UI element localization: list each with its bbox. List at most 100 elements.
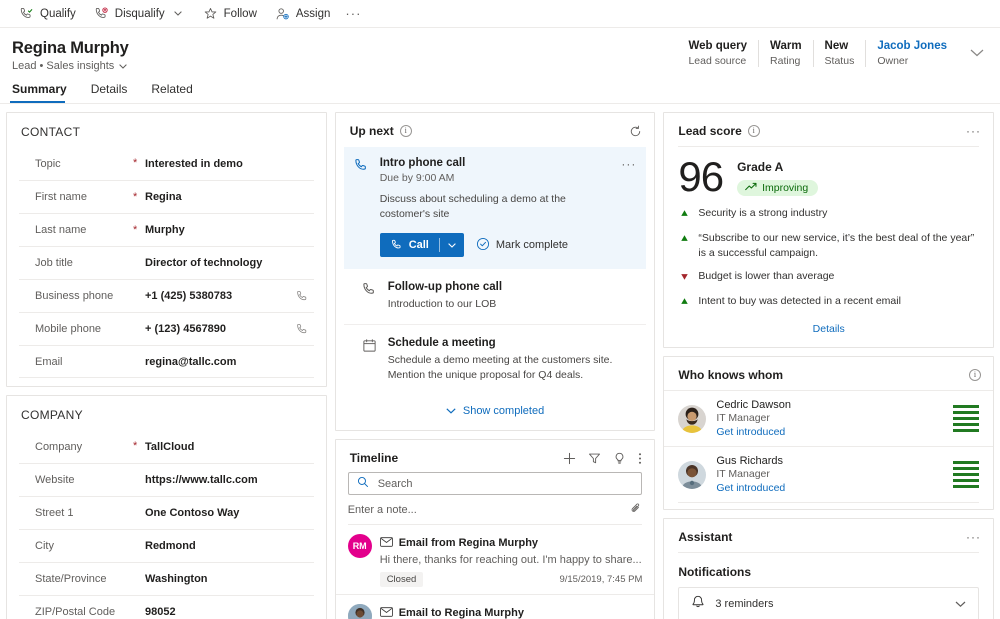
field-label: Job title [35,257,73,269]
field-value: 98052 [145,606,176,618]
field-row-job-title[interactable]: Job title Director of technology [19,246,314,279]
bell-icon [691,595,705,613]
assign-button[interactable]: Assign [266,4,340,24]
timeline-title: Timeline [349,451,399,465]
reminders-item[interactable]: 3 reminders [678,587,980,619]
call-button-dropdown[interactable] [440,242,464,248]
list-item[interactable]: Cedric Dawson IT Manager Get introduced [664,390,994,446]
mark-complete-label: Mark complete [495,239,569,251]
up-next-item-title: Follow-up phone call [387,281,503,293]
field-label: State/Province [35,573,107,585]
timeline-card: Timeline Search Enter a note... RM Email… [334,439,656,619]
filter-icon[interactable] [588,452,601,465]
field-row-city[interactable]: City Redmond [19,529,314,562]
tab-details[interactable]: Details [89,78,138,103]
search-input[interactable] [375,476,634,491]
timeline-search[interactable] [347,472,643,495]
lightbulb-icon[interactable] [613,452,626,465]
paperclip-icon[interactable] [630,502,642,518]
arrow-up-icon [680,294,689,311]
assign-person-icon [275,7,290,21]
list-item[interactable]: Gus Richards IT Manager Get introduced [664,446,994,502]
assistant-menu-button[interactable]: ··· [960,530,981,544]
up-next-item-menu-button[interactable]: ··· [615,157,636,222]
field-row-email[interactable]: Email regina@tallc.com [19,345,314,378]
phone-call-icon[interactable] [292,323,314,336]
status-badge: Improving [737,180,819,196]
assign-label: Assign [295,7,331,20]
up-next-item-title: Intro phone call [379,157,466,169]
field-row-street1[interactable]: Street 1 One Contoso Way [19,496,314,529]
info-icon[interactable]: i [969,369,982,381]
field-row-topic[interactable]: Topic * Interested in demo [19,147,314,180]
reminders-label: 3 reminders [715,598,774,610]
lead-score-details-link[interactable]: Details [664,315,993,347]
header-field-value: New [824,40,849,52]
field-value: + (123) 4567890 [145,323,227,335]
field-row-first-name[interactable]: First name * Regina [19,180,314,213]
up-next-item-meeting[interactable]: Schedule a meeting Schedule a demo meeti… [343,324,647,395]
header-field-value[interactable]: Jacob Jones [877,40,947,52]
relationship-strength-indicator [953,461,980,488]
mark-complete-button[interactable]: Mark complete [476,237,568,254]
plus-icon[interactable] [563,452,576,465]
show-completed-button[interactable]: Show completed [336,395,655,430]
header-field-label: Rating [770,55,801,67]
show-completed-label: Show completed [462,405,545,417]
info-icon[interactable]: i [747,125,760,137]
header-field-value: Warm [770,40,802,52]
phone-call-icon[interactable] [292,290,314,303]
up-next-active-item[interactable]: Intro phone call Due by 9:00 AM Discuss … [343,147,647,269]
field-row-business-phone[interactable]: Business phone +1 (425) 5380783 [19,279,314,312]
disqualify-button[interactable]: Disqualify [85,4,194,24]
field-row-state-province[interactable]: State/Province Washington [19,562,314,595]
header-expand-button[interactable] [958,40,984,62]
record-subtitle[interactable]: Lead • Sales insights [12,60,129,72]
chevron-down-icon[interactable] [119,61,128,71]
timeline-item[interactable]: RM Email from Regina Murphy Hi there, th… [335,525,655,595]
timeline-item-title: Email to Regina Murphy [398,607,524,619]
header-field-lead-source[interactable]: Web query Lead source [677,40,758,67]
chevron-down-icon[interactable] [171,11,185,16]
header-field-status[interactable]: New Status [812,40,866,67]
chevron-down-icon[interactable] [955,595,966,613]
tab-summary[interactable]: Summary [10,78,77,103]
tab-related[interactable]: Related [149,78,202,103]
field-label: Mobile phone [35,323,102,335]
person-role: IT Manager [716,468,770,480]
field-row-website[interactable]: Website https://www.tallc.com [19,463,314,496]
field-row-mobile-phone[interactable]: Mobile phone + (123) 4567890 [19,312,314,345]
refresh-icon[interactable] [629,125,642,138]
more-vertical-icon[interactable] [638,452,642,465]
timeline-item[interactable]: Email to Regina Murphy Hi there, thanks … [336,595,655,619]
get-introduced-link[interactable]: Get introduced [716,426,943,438]
up-next-item-followup[interactable]: Follow-up phone call Introduction to our… [344,269,647,324]
follow-button[interactable]: Follow [194,4,266,24]
field-row-zip-postal-code[interactable]: ZIP/Postal Code 98052 [19,595,314,619]
lead-score-reason: Security is a strong industry [664,202,993,227]
field-row-company[interactable]: Company * TallCloud [19,430,314,463]
get-introduced-link[interactable]: Get introduced [716,482,943,494]
field-row-last-name[interactable]: Last name * Murphy [19,213,314,246]
assistant-section-title: Notifications [678,565,752,579]
follow-label: Follow [223,7,257,20]
chevron-down-icon [446,405,456,417]
header-field-owner[interactable]: Jacob Jones Owner [865,40,958,67]
record-identity: Regina Murphy Lead • Sales insights [10,38,129,72]
timeline-note-input[interactable]: Enter a note... [347,495,643,525]
command-overflow-button[interactable]: ··· [339,6,367,21]
header-field-rating[interactable]: Warm Rating [758,40,813,67]
qualify-label: Qualify [40,7,76,20]
avatar: RM [347,534,372,558]
field-label: Website [35,474,75,486]
avatar [347,604,372,619]
info-icon[interactable]: i [399,125,412,137]
arrow-up-icon [680,206,689,223]
lead-score-menu-button[interactable]: ··· [960,124,981,138]
qualify-button[interactable]: Qualify [10,4,85,24]
field-value: regina@tallc.com [145,355,237,368]
lead-score-reason: Intent to buy was detected in a recent e… [664,290,993,315]
lead-score-reason-text: Budget is lower than average [698,270,835,282]
up-next-title: Up next [349,124,394,138]
call-button[interactable]: Call [379,233,464,257]
